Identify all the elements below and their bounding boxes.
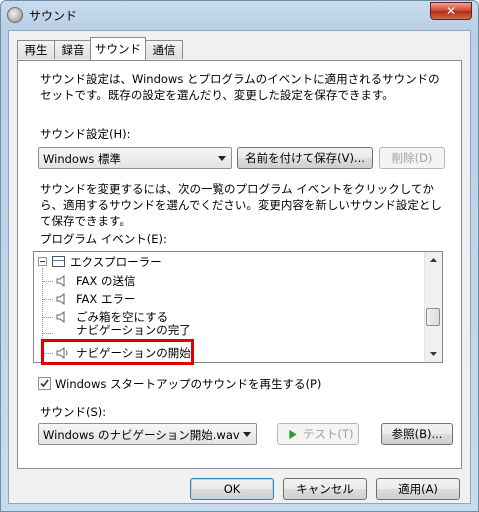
window-icon <box>52 256 65 267</box>
annotation-highlight <box>41 339 194 365</box>
event-item-navigation-complete[interactable]: ナビゲーションの完了 <box>34 324 426 336</box>
scroll-up-icon[interactable] <box>426 253 441 268</box>
tree-node-explorer[interactable]: エクスプローラー <box>34 253 426 271</box>
speaker-icon <box>56 311 65 323</box>
sound-scheme-value: Windows 標準 <box>43 152 121 166</box>
test-button-label: テスト(T) <box>303 427 354 441</box>
scheme-label: サウンド設定(H): <box>40 127 131 141</box>
collapse-icon <box>38 257 47 266</box>
close-button[interactable]: ✕ <box>430 2 472 20</box>
speaker-icon <box>56 275 65 287</box>
browse-button[interactable]: 参照(B)... <box>381 423 453 445</box>
sound-label: サウンド(S): <box>40 405 107 419</box>
ok-button[interactable]: OK <box>190 478 274 500</box>
save-as-button[interactable]: 名前を付けて保存(V)... <box>237 147 373 169</box>
tree-line <box>43 333 53 334</box>
tab-recording[interactable]: 録音 <box>54 40 92 59</box>
scheme-description: サウンド設定は、Windows とプログラムのイベントに適用されるサウンドのセッ… <box>40 72 440 102</box>
sound-file-value: Windows のナビゲーション開始.wav <box>43 428 240 442</box>
events-scrollbar[interactable] <box>424 252 442 362</box>
window-title: サウンド <box>29 9 78 23</box>
speaker-icon <box>56 293 65 305</box>
events-label: プログラム イベント(E): <box>40 232 167 246</box>
startup-sound-label[interactable]: Windows スタートアップのサウンドを再生する(P) <box>55 376 321 392</box>
event-label: ナビゲーションの完了 <box>76 324 191 336</box>
scroll-thumb[interactable] <box>426 308 440 326</box>
tab-communications[interactable]: 通信 <box>145 40 183 59</box>
change-description: サウンドを変更するには、次の一覧のプログラム イベントをクリックしてから、適用す… <box>40 182 442 228</box>
tree-line <box>43 317 53 318</box>
test-button[interactable]: テスト(T) <box>277 423 359 445</box>
check-icon <box>40 379 49 388</box>
startup-sound-checkbox[interactable] <box>38 377 51 390</box>
scroll-down-icon[interactable] <box>426 346 441 361</box>
chevron-down-icon <box>243 432 251 437</box>
delete-button[interactable]: 削除(D) <box>379 147 445 169</box>
cancel-button[interactable]: キャンセル <box>283 478 367 500</box>
title-bar[interactable]: サウンド ✕ <box>1 1 478 29</box>
sound-dialog: サウンド ✕ 再生 録音 サウンド 通信 サウンド設定は、Windows とプロ… <box>0 0 479 512</box>
tab-playback[interactable]: 再生 <box>17 40 55 59</box>
speaker-app-icon <box>7 7 23 23</box>
apply-button[interactable]: 適用(A) <box>376 478 460 500</box>
tree-line <box>43 299 53 300</box>
tab-sounds[interactable]: サウンド <box>90 37 146 60</box>
play-icon <box>289 429 297 440</box>
sound-file-select[interactable]: Windows のナビゲーション開始.wav <box>38 423 257 445</box>
tree-line <box>43 281 53 282</box>
chevron-down-icon <box>218 156 226 161</box>
event-label: FAX の送信 <box>76 274 136 288</box>
event-item-fax-error[interactable]: FAX エラー <box>34 290 426 308</box>
event-label: FAX エラー <box>76 292 136 306</box>
sound-scheme-select[interactable]: Windows 標準 <box>38 147 232 169</box>
event-label: エクスプローラー <box>70 255 162 269</box>
event-item-fax-send[interactable]: FAX の送信 <box>34 272 426 290</box>
